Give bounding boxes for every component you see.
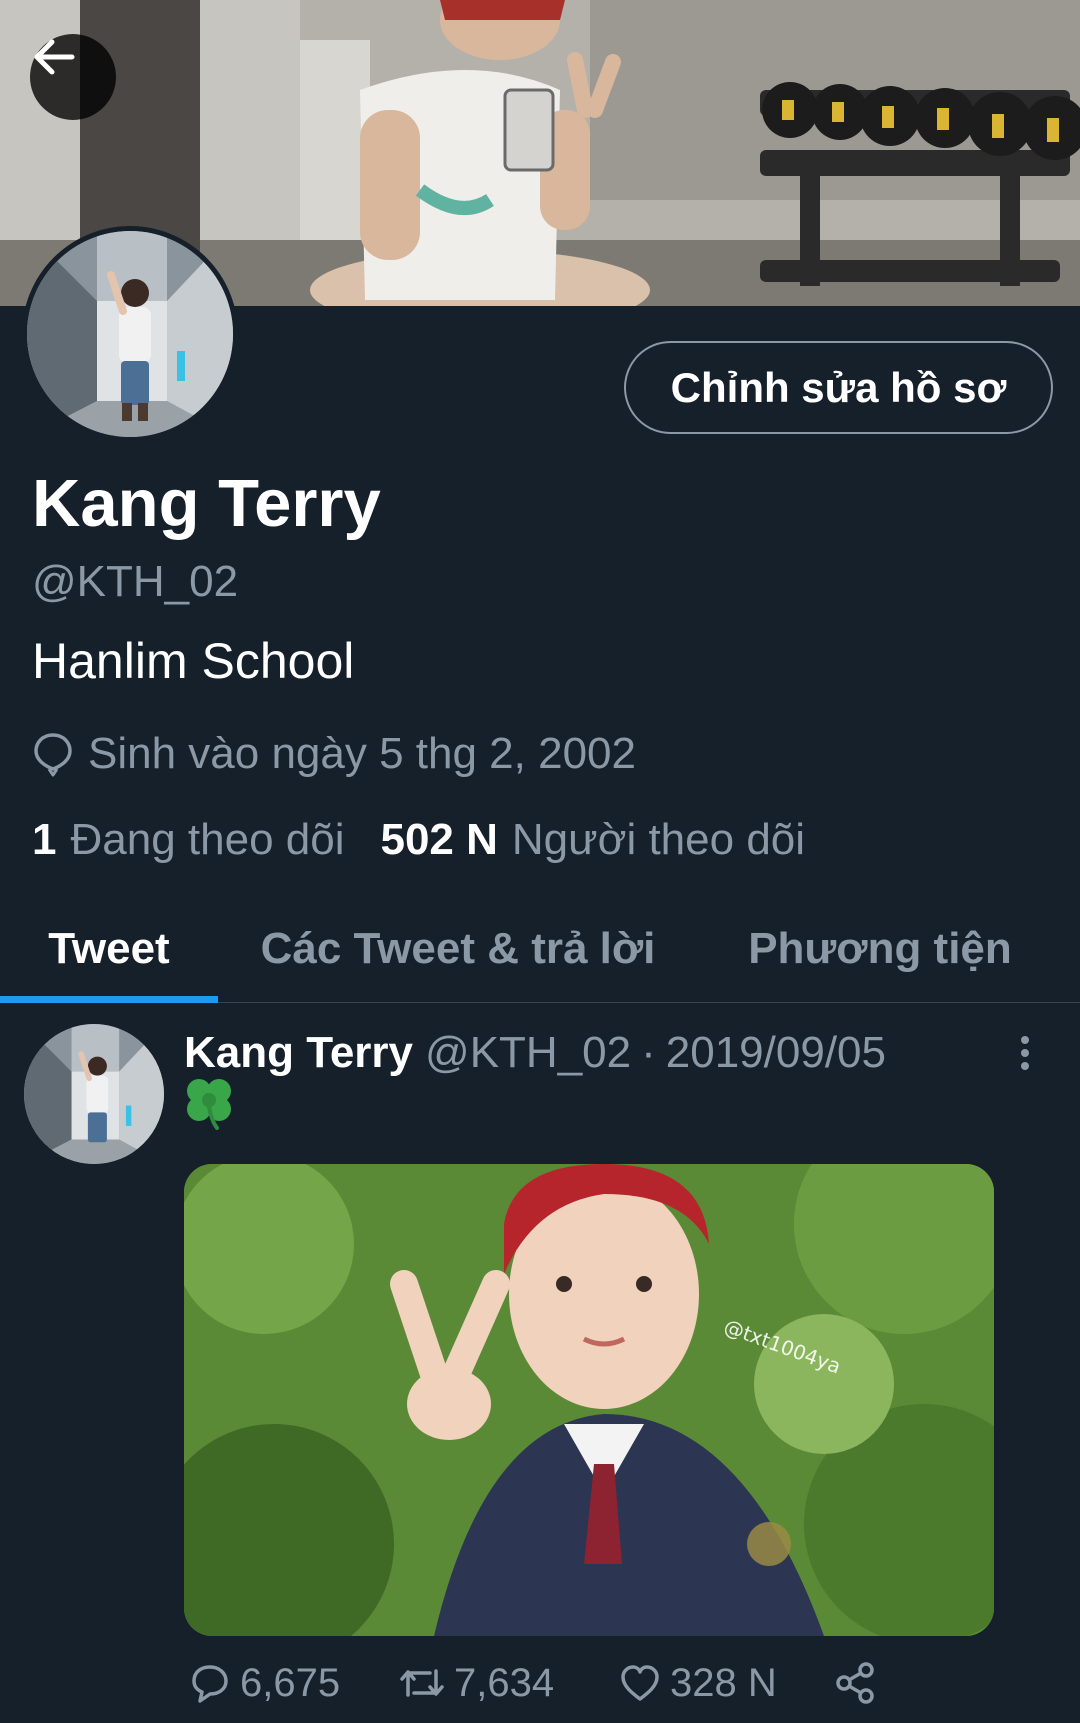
profile-handle: @KTH_02 [32, 557, 239, 606]
tweet-actions: 6,675 7,634 328 N [184, 1655, 1044, 1711]
retweet-button[interactable]: 7,634 [398, 1655, 554, 1711]
tweet-media-image[interactable]: @txt1004ya [184, 1164, 994, 1636]
following-label[interactable]: Đang theo dõi [70, 815, 344, 865]
following-count[interactable]: 1 [32, 815, 56, 865]
followers-label[interactable]: Người theo dõi [512, 815, 805, 865]
tweet-header: Kang Terry @KTH_02 · 2019/09/05 [184, 1026, 886, 1080]
avatar-hallway-photo-small [24, 1024, 164, 1164]
back-button[interactable] [30, 34, 116, 120]
tweet-text [184, 1076, 234, 1136]
more-dot-icon [1021, 1036, 1029, 1044]
heart-icon [621, 1665, 659, 1701]
profile-screen: Chỉnh sửa hồ sơ Kang Terry @KTH_02 Hanli… [0, 0, 1080, 1723]
tweet-date[interactable]: 2019/09/05 [666, 1028, 886, 1078]
edit-profile-button[interactable]: Chỉnh sửa hồ sơ [624, 341, 1053, 434]
profile-avatar[interactable] [22, 226, 238, 442]
tweet-author-name[interactable]: Kang Terry [184, 1028, 413, 1078]
tab-media[interactable]: Phương tiện [730, 895, 1030, 1003]
tweet-more-options-button[interactable] [1010, 1030, 1040, 1076]
like-button[interactable]: 328 N [618, 1655, 777, 1711]
profile-display-name: Kang Terry [32, 466, 381, 541]
like-count: 328 N [670, 1660, 777, 1705]
more-dot-icon [1021, 1049, 1029, 1057]
more-dot-icon [1021, 1062, 1029, 1070]
retweet-count: 7,634 [454, 1660, 555, 1705]
reply-icon [192, 1665, 228, 1703]
followers-count[interactable]: 502 N [380, 815, 497, 865]
tweet-separator: · [641, 1028, 656, 1077]
reply-button[interactable]: 6,675 [188, 1655, 340, 1711]
retweet-icon [400, 1669, 444, 1697]
birth-date-text: Sinh vào ngày 5 thg 2, 2002 [88, 729, 636, 778]
active-tab-indicator [0, 996, 218, 1003]
follow-stats: 1 Đang theo dõi 502 N Người theo dõi [32, 814, 805, 866]
share-button[interactable] [834, 1655, 878, 1711]
tab-tweets-and-replies[interactable]: Các Tweet & trả lời [238, 895, 678, 1003]
reply-count: 6,675 [240, 1660, 341, 1705]
tweet-photo-illustration [184, 1164, 994, 1636]
balloon-icon [34, 733, 72, 777]
tweet-author-handle[interactable]: @KTH_02 [425, 1028, 631, 1078]
profile-bio: Hanlim School [32, 633, 355, 689]
arrow-left-icon [34, 39, 75, 75]
share-icon [836, 1662, 874, 1704]
birth-date-row: Sinh vào ngày 5 thg 2, 2002 [32, 728, 636, 780]
four-leaf-clover-emoji [187, 1079, 231, 1130]
profile-tabs: Tweet Các Tweet & trả lời Phương tiện [0, 895, 1080, 1003]
avatar-hallway-photo [27, 231, 233, 437]
tweet-author-avatar[interactable] [24, 1024, 164, 1164]
tab-tweets[interactable]: Tweet [0, 895, 218, 1003]
